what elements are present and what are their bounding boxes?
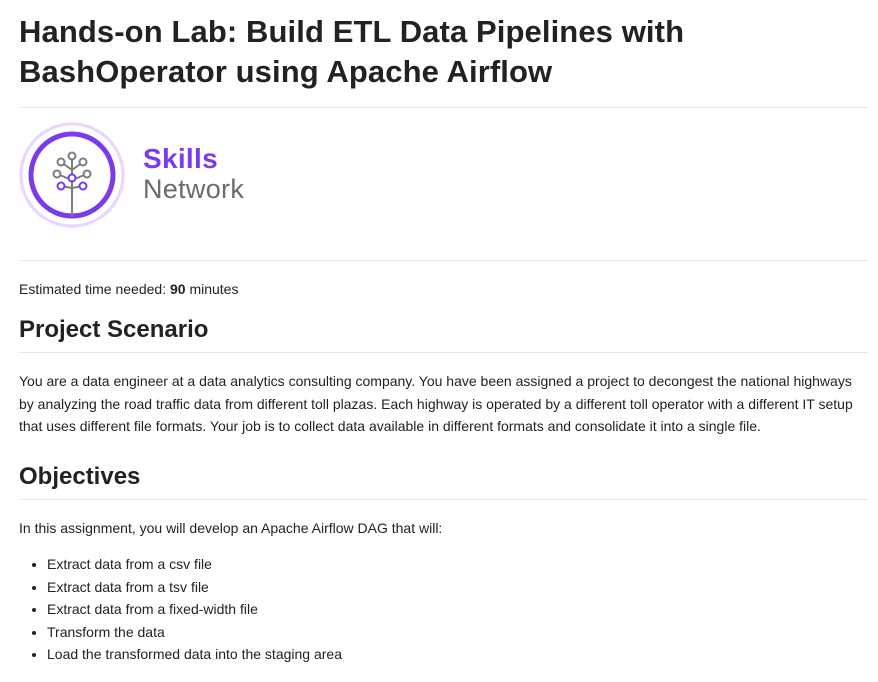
objectives-list: Extract data from a csv file Extract dat… xyxy=(19,553,868,666)
section-heading-project-scenario: Project Scenario xyxy=(19,314,868,353)
estimated-time: Estimated time needed: 90 minutes xyxy=(19,280,868,298)
tree-network-icon xyxy=(19,122,125,228)
logo-word-network: Network xyxy=(143,174,245,204)
estimated-time-suffix: minutes xyxy=(185,281,239,297)
logo-word-skills: Skills xyxy=(143,143,218,174)
page-title: Hands-on Lab: Build ETL Data Pipelines w… xyxy=(19,14,685,89)
skills-network-logo: Skills Network xyxy=(19,108,868,260)
lab-page: Hands-on Lab: Build ETL Data Pipelines w… xyxy=(0,12,878,682)
list-item: Load the transformed data into the stagi… xyxy=(47,643,868,666)
project-scenario-text: You are a data engineer at a data analyt… xyxy=(19,373,853,434)
objectives-intro: In this assignment, you will develop an … xyxy=(19,519,443,536)
estimated-time-prefix: Estimated time needed: xyxy=(19,281,170,297)
logo-divider xyxy=(19,260,868,261)
logo-wordmark: Skills Network xyxy=(143,143,245,205)
list-item: Extract data from a tsv file xyxy=(47,576,868,599)
section-heading-objectives: Objectives xyxy=(19,461,868,500)
estimated-time-value: 90 xyxy=(169,281,186,297)
list-item: Extract data from a csv file xyxy=(47,553,868,576)
list-item: Transform the data xyxy=(47,621,868,644)
list-item: Extract data from a fixed-width file xyxy=(47,598,868,621)
